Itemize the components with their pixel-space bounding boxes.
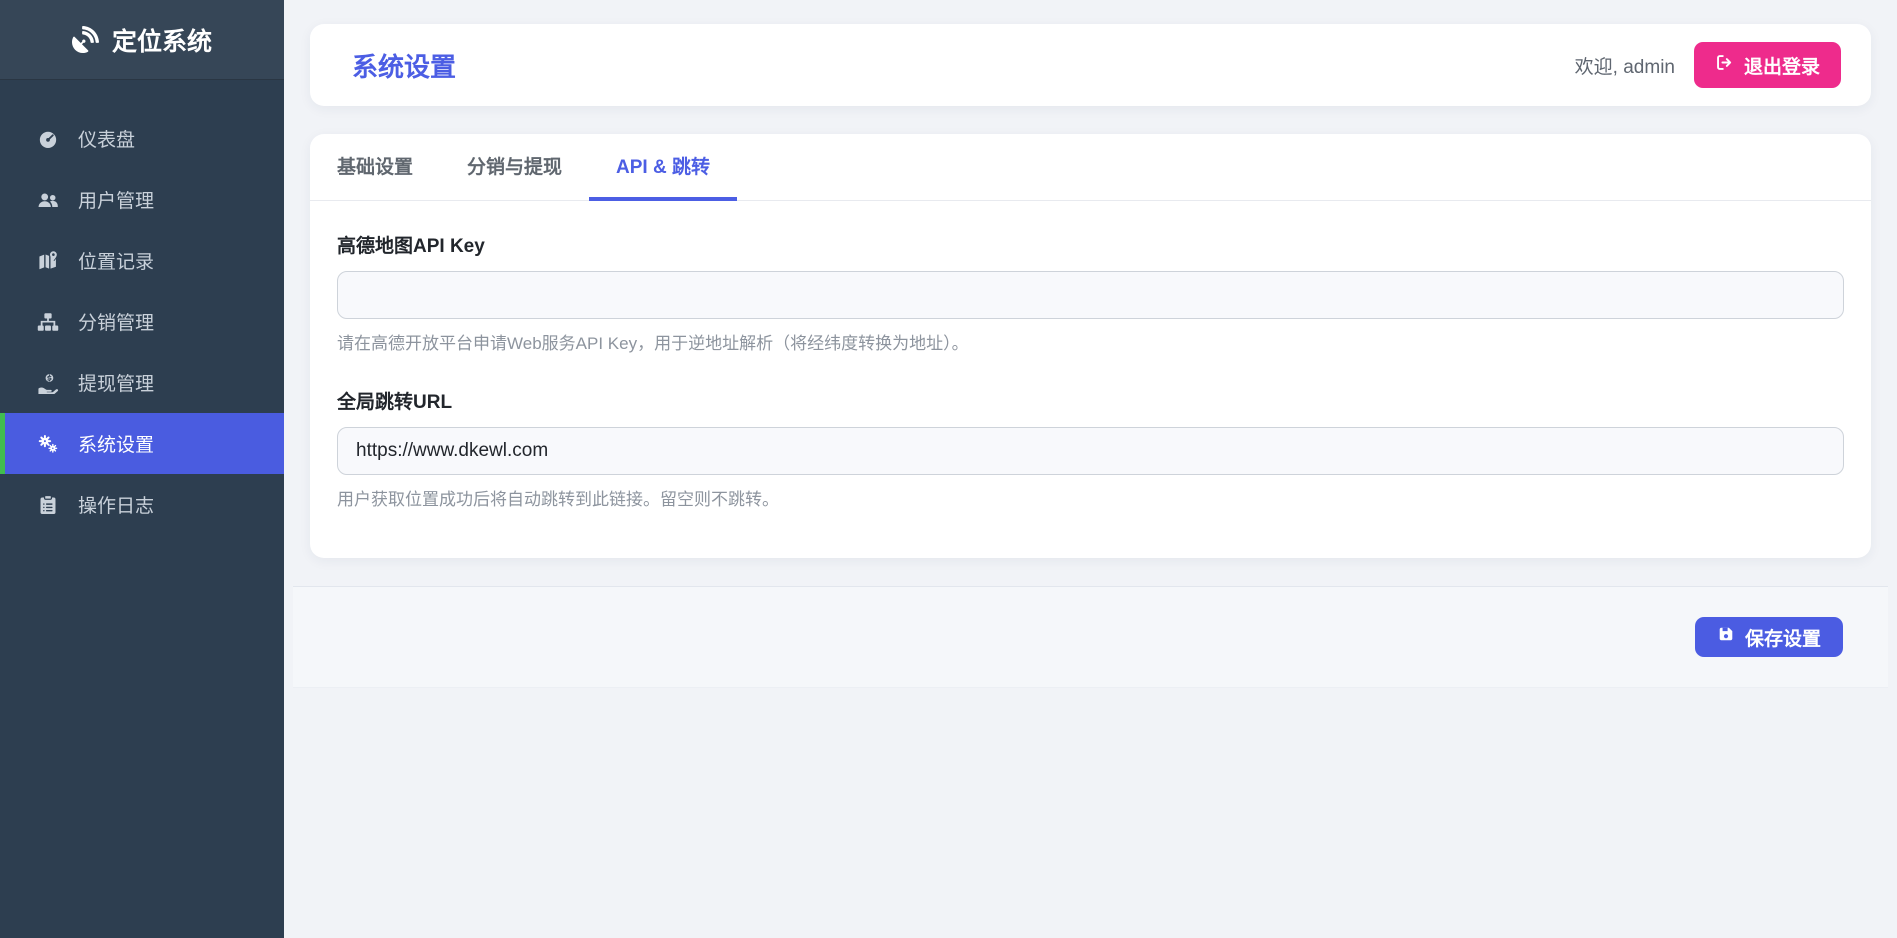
satellite-dish-icon xyxy=(71,26,99,53)
sidebar-item-label: 操作日志 xyxy=(78,496,155,517)
global-redirect-url-label: 全局跳转URL xyxy=(337,392,453,413)
gears-icon xyxy=(34,433,61,455)
app-logo: 定位系统 xyxy=(0,0,284,80)
amap-api-key-input[interactable] xyxy=(337,271,1844,319)
global-redirect-url-help: 用户获取位置成功后将自动跳转到此链接。留空则不跳转。 xyxy=(337,490,779,509)
sidebar-item-location-records[interactable]: 位置记录 xyxy=(0,230,284,291)
tab-label: 基础设置 xyxy=(337,157,414,178)
clipboard-list-icon xyxy=(34,494,61,516)
logout-button[interactable]: 退出登录 xyxy=(1693,42,1841,88)
sidebar-item-label: 系统设置 xyxy=(78,435,155,456)
sign-out-icon xyxy=(1715,53,1734,78)
sidebar-item-label: 位置记录 xyxy=(78,252,155,273)
settings-tabs: 基础设置 分销与提现 API & 跳转 xyxy=(310,134,1871,201)
settings-card: 基础设置 分销与提现 API & 跳转 高德地图API Key 请在高德开放平台… xyxy=(310,134,1871,558)
sidebar-item-withdrawals[interactable]: 提现管理 xyxy=(0,352,284,413)
save-settings-button[interactable]: 保存设置 xyxy=(1694,617,1843,657)
sidebar-item-dashboard[interactable]: 仪表盘 xyxy=(0,108,284,169)
sidebar: 定位系统 仪表盘 用户管理 位置记录 分销管理 提现管理 系统设置 操作日志 xyxy=(0,0,284,938)
main-content: 系统设置 欢迎, admin 退出登录 基础设置 分销与提现 API & 跳转 … xyxy=(284,0,1897,938)
sidebar-item-operation-logs[interactable]: 操作日志 xyxy=(0,474,284,535)
page-header: 系统设置 欢迎, admin 退出登录 xyxy=(310,24,1871,106)
header-right: 欢迎, admin 退出登录 xyxy=(1575,42,1841,88)
users-icon xyxy=(34,189,61,211)
sidebar-item-system-settings[interactable]: 系统设置 xyxy=(0,413,284,474)
tab-distribution-withdrawal[interactable]: 分销与提现 xyxy=(440,134,589,201)
sidebar-item-label: 用户管理 xyxy=(78,191,155,212)
logout-button-label: 退出登录 xyxy=(1743,56,1820,78)
map-marker-icon xyxy=(34,250,61,272)
app-title: 定位系统 xyxy=(111,27,212,56)
form-footer: 保存设置 xyxy=(293,586,1888,688)
amap-api-key-field-group: 高德地图API Key 请在高德开放平台申请Web服务API Key，用于逆地址… xyxy=(337,231,1844,354)
tab-label: 分销与提现 xyxy=(467,157,563,178)
global-redirect-url-input[interactable] xyxy=(337,427,1844,475)
tab-label: API & 跳转 xyxy=(616,157,710,178)
sidebar-item-label: 仪表盘 xyxy=(78,130,136,151)
amap-api-key-label: 高德地图API Key xyxy=(337,236,485,257)
sidebar-nav: 仪表盘 用户管理 位置记录 分销管理 提现管理 系统设置 操作日志 xyxy=(0,80,284,535)
save-settings-button-label: 保存设置 xyxy=(1744,628,1821,650)
sidebar-item-users[interactable]: 用户管理 xyxy=(0,169,284,230)
welcome-text: 欢迎, admin xyxy=(1574,56,1675,78)
app-root: 定位系统 仪表盘 用户管理 位置记录 分销管理 提现管理 系统设置 操作日志 系… xyxy=(0,0,1897,938)
save-icon xyxy=(1717,625,1735,649)
amap-api-key-help: 请在高德开放平台申请Web服务API Key，用于逆地址解析（将经纬度转换为地址… xyxy=(337,334,969,353)
tab-api-redirect[interactable]: API & 跳转 xyxy=(589,134,737,201)
sidebar-item-label: 分销管理 xyxy=(78,313,155,334)
gauge-icon xyxy=(34,128,61,150)
page-title: 系统设置 xyxy=(352,51,457,82)
hand-holding-dollar-icon xyxy=(34,372,61,394)
tab-panel-api-redirect: 高德地图API Key 请在高德开放平台申请Web服务API Key，用于逆地址… xyxy=(310,201,1871,510)
sidebar-item-distribution[interactable]: 分销管理 xyxy=(0,291,284,352)
tab-basic-settings[interactable]: 基础设置 xyxy=(310,134,440,201)
sidebar-item-label: 提现管理 xyxy=(78,374,155,395)
sitemap-icon xyxy=(34,311,61,333)
global-redirect-url-field-group: 全局跳转URL 用户获取位置成功后将自动跳转到此链接。留空则不跳转。 xyxy=(337,387,1844,510)
